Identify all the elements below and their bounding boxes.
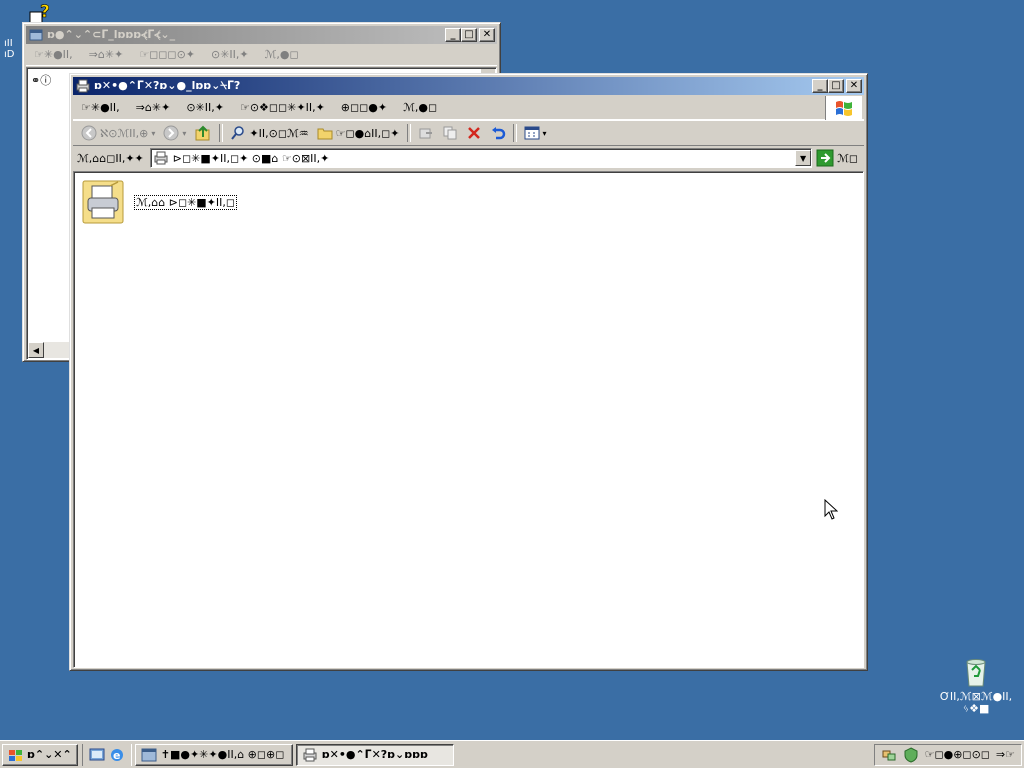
start-button[interactable]: ɒ⌃⌄✕⌃ bbox=[2, 743, 78, 766]
recycle-bin-label-2: ᛃ❖■ bbox=[962, 702, 990, 715]
taskbar: ɒ⌃⌄✕⌃ e ✝■●✦✳✦●II,⌂ ⊕◻⊕◻ ɒ✕•●⌃ᒥ✕?ɒ⌄ɒɒɒ ☞… bbox=[0, 740, 1024, 768]
back-arrow-icon bbox=[81, 125, 97, 141]
menu-favorites[interactable]: ⊙✳II,✦ bbox=[203, 48, 257, 61]
menu-favorites[interactable]: ☞⊙❖◻◻✳✦II,✦ bbox=[232, 101, 333, 114]
main-window-menubar: ☞✳●II, ⇒⌂✳✦ ⊙✳II,✦ ☞⊙❖◻◻✳✦II,✦ ⊕◻◻●✦ ℳ,●… bbox=[73, 96, 864, 120]
toolbar-separator bbox=[406, 124, 411, 142]
chevron-down-icon[interactable]: ▾ bbox=[151, 129, 155, 138]
copy-to-icon bbox=[443, 126, 457, 140]
close-button[interactable]: ✕ bbox=[479, 28, 495, 42]
svg-text:e: e bbox=[113, 749, 120, 762]
svg-text:?: ? bbox=[40, 2, 50, 22]
desktop-partial-label: ıII ıD bbox=[4, 38, 15, 60]
menu-help[interactable]: ℳ,●◻ bbox=[257, 48, 307, 61]
windows-flag-icon bbox=[9, 749, 22, 761]
windows-flag-icon bbox=[836, 101, 852, 116]
back-window-title: ɒ●⌃⌄⌃⊂ᒥ_lɒɒɒ⦓ᒥ⦓⌄_ bbox=[47, 28, 176, 41]
scroll-left-button[interactable]: ◀ bbox=[28, 342, 44, 358]
copy-to-button[interactable] bbox=[438, 122, 462, 144]
add-printer-label: ℳ,⌂⌂ ⊳◻✳■✦II,◻ bbox=[134, 194, 238, 210]
show-desktop-icon[interactable] bbox=[89, 747, 105, 763]
tray-security-icon[interactable] bbox=[903, 746, 919, 763]
internet-explorer-icon[interactable]: e bbox=[109, 747, 125, 763]
folder-icon bbox=[317, 128, 333, 140]
system-tray: ☞◻●⊕◻⊙◻ ⇒☞ bbox=[873, 743, 1022, 766]
main-window-title: ɒ✕•●⌃ᒥ✕?ɒ⌄●_lɒɒ⌄⍀ᒥ? bbox=[94, 79, 241, 92]
delete-x-icon bbox=[467, 127, 480, 139]
undo-button[interactable] bbox=[486, 122, 510, 144]
clock[interactable]: ⇒☞ bbox=[996, 748, 1015, 761]
windows-logo bbox=[825, 96, 862, 120]
search-icon bbox=[231, 126, 245, 140]
forward-button[interactable]: ▾ bbox=[159, 122, 190, 144]
tray-text-1: ☞◻●⊕◻⊙◻ bbox=[924, 748, 990, 761]
folders-button[interactable]: ☞◻●⌂II,◻✦ bbox=[313, 122, 404, 144]
menu-file[interactable]: ☞✳●II, bbox=[26, 48, 81, 61]
folder-up-icon bbox=[195, 125, 210, 141]
maximize-button[interactable]: □ bbox=[828, 79, 844, 93]
move-to-button[interactable] bbox=[414, 122, 438, 144]
add-printer-item[interactable]: ℳ,⌂⌂ ⊳◻✳■✦II,◻ bbox=[80, 178, 238, 226]
recycle-bin[interactable]: ƠII,ℳ⊠ℳ●II, ᛃ❖■ bbox=[936, 656, 1016, 715]
address-dropdown-button[interactable]: ▼ bbox=[795, 150, 812, 166]
back-button[interactable]: ℵ⊙ℳII,⊕ ▾ bbox=[77, 122, 159, 144]
printers-folder-icon bbox=[154, 151, 168, 165]
address-bar: ℳ,⌂⌂◻II,✦✦ ⊳◻✳■✦II,◻✦ ⊙■⌂ ☞⊙⊠II,✦ ▼ ℳ◻ bbox=[73, 146, 864, 170]
printers-folder-icon bbox=[76, 79, 90, 93]
main-window-titlebar[interactable]: ɒ✕•●⌃ᒥ✕?ɒ⌄●_lɒɒ⌄⍀ᒥ? _ □ ✕ bbox=[73, 77, 864, 95]
taskbar-button-explorer[interactable]: ✝■●✦✳✦●II,⌂ ⊕◻⊕◻ bbox=[134, 743, 293, 766]
forward-arrow-icon bbox=[163, 125, 179, 141]
menu-edit[interactable]: ⇒⌂✳✦ bbox=[81, 48, 132, 61]
search-button[interactable]: ✦II,⊙◻ℳ♒ bbox=[226, 122, 312, 144]
undo-icon bbox=[491, 127, 505, 140]
mouse-cursor-icon bbox=[824, 499, 838, 520]
go-arrow-icon bbox=[816, 149, 834, 167]
taskbar-button-printers[interactable]: ɒ✕•●⌃ᒥ✕?ɒ⌄ɒɒɒ bbox=[295, 743, 454, 766]
explorer-window-icon bbox=[141, 748, 157, 761]
printer-folder-icon bbox=[82, 180, 124, 224]
back-window-titlebar[interactable]: ɒ●⌃⌄⌃⊂ᒥ_lɒɒɒ⦓ᒥ⦓⌄_ _ □ ✕ bbox=[26, 26, 497, 44]
views-grid-icon bbox=[524, 126, 540, 140]
delete-button[interactable] bbox=[462, 122, 486, 144]
menu-help[interactable]: ℳ,●◻ bbox=[395, 101, 445, 114]
chevron-down-icon[interactable]: ▾ bbox=[182, 129, 186, 138]
address-label: ℳ,⌂⌂◻II,✦✦ bbox=[77, 151, 144, 165]
menu-tools[interactable]: ⊕◻◻●✦ bbox=[333, 101, 395, 114]
menu-file[interactable]: ☞✳●II, bbox=[73, 101, 128, 114]
toolbar-separator bbox=[219, 124, 224, 142]
back-window-hscrollbar[interactable]: ◀ bbox=[28, 342, 72, 358]
menu-view[interactable]: ⊙✳II,✦ bbox=[178, 101, 232, 114]
go-button[interactable]: ℳ◻ bbox=[816, 149, 864, 167]
address-value: ⊳◻✳■✦II,◻✦ ⊙■⌂ ☞⊙⊠II,✦ bbox=[172, 151, 330, 165]
move-to-icon bbox=[419, 128, 432, 139]
back-window-content-label: ⚭ⓘ bbox=[31, 74, 52, 87]
printers-window[interactable]: ɒ✕•●⌃ᒥ✕?ɒ⌄●_lɒɒ⌄⍀ᒥ? _ □ ✕ ☞✳●II, ⇒⌂✳✦ ⊙✳… bbox=[69, 73, 868, 671]
printers-window-icon bbox=[303, 748, 317, 761]
minimize-button[interactable]: _ bbox=[445, 28, 461, 42]
recycle-bin-icon bbox=[966, 659, 986, 687]
toolbar-separator bbox=[512, 124, 517, 142]
up-button[interactable] bbox=[190, 122, 216, 144]
close-button[interactable]: ✕ bbox=[846, 79, 862, 93]
quick-launch: e bbox=[81, 743, 132, 766]
explorer-window-icon bbox=[29, 29, 43, 41]
back-window-menubar: ☞✳●II, ⇒⌂✳✦ ☞◻◻◻⊙✦ ⊙✳II,✦ ℳ,●◻ bbox=[26, 44, 497, 66]
address-field[interactable]: ⊳◻✳■✦II,◻✦ ⊙■⌂ ☞⊙⊠II,✦ ▼ bbox=[149, 148, 813, 168]
tray-network-icon[interactable] bbox=[881, 747, 897, 763]
standard-toolbar: ℵ⊙ℳII,⊕ ▾ ▾ ✦II,⊙◻ℳ♒ ☞◻●⌂II,◻✦ ▾ bbox=[73, 120, 864, 146]
folder-content-area[interactable]: ℳ,⌂⌂ ⊳◻✳■✦II,◻ bbox=[73, 171, 864, 668]
chevron-down-icon[interactable]: ▾ bbox=[543, 129, 547, 138]
minimize-button[interactable]: _ bbox=[812, 79, 828, 93]
menu-view[interactable]: ☞◻◻◻⊙✦ bbox=[131, 48, 203, 61]
views-button[interactable]: ▾ bbox=[520, 122, 551, 144]
maximize-button[interactable]: □ bbox=[461, 28, 477, 42]
menu-edit[interactable]: ⇒⌂✳✦ bbox=[128, 101, 179, 114]
